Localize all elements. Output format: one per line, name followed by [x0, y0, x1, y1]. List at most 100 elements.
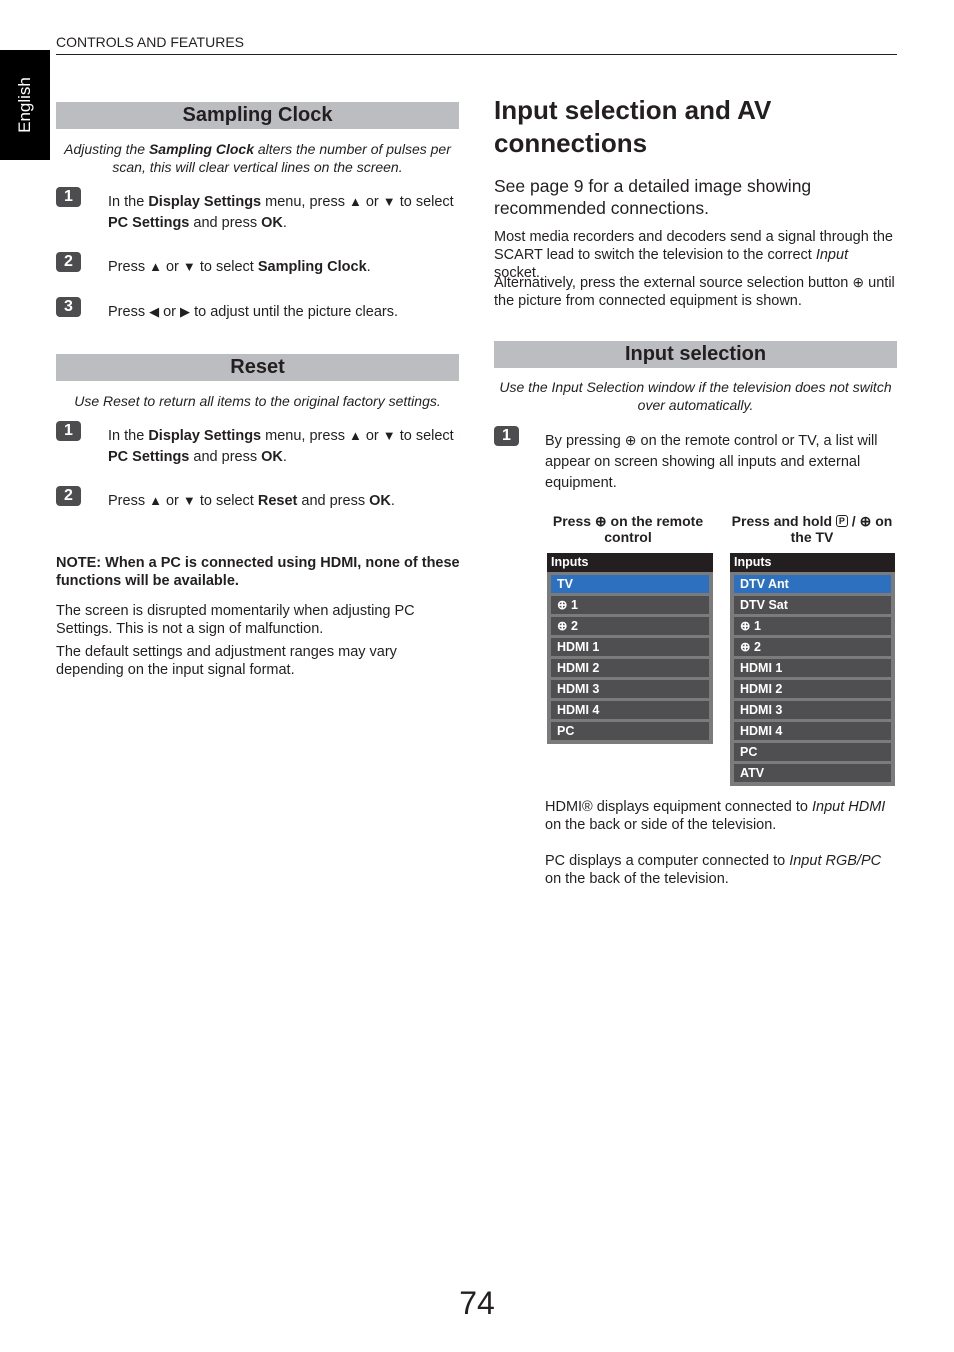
text-segment: OK	[369, 493, 391, 509]
text-segment: or	[361, 194, 383, 210]
text-segment: or	[361, 428, 383, 444]
menu-item[interactable]: DTV Sat	[734, 596, 891, 614]
down-arrow-icon: ▼	[182, 259, 196, 274]
down-arrow-icon: ▼	[382, 194, 396, 209]
caption-tv: Press and hold P / ⊕ on the TV	[722, 513, 902, 545]
text-segment: By pressing	[545, 433, 625, 449]
menu-item[interactable]: HDMI 2	[734, 680, 891, 698]
menu-item[interactable]: ⊕ 1	[734, 617, 891, 635]
inputs-menu-remote: Inputs TV ⊕ 1 ⊕ 2 HDMI 1 HDMI 2 HDMI 3 HDMI 4 PC	[547, 553, 713, 744]
step-badge: 2	[56, 252, 81, 272]
menu-item[interactable]: TV	[551, 575, 709, 593]
text-segment: and press	[189, 449, 262, 465]
text-segment: In the	[108, 194, 149, 210]
reset-intro: Use Reset to return all items to the ori…	[56, 392, 459, 410]
text-segment: or	[159, 304, 181, 320]
text-segment: OK	[261, 215, 283, 231]
text-segment: In the	[108, 428, 149, 444]
input-selection-title: Input selection	[494, 341, 897, 368]
menu-item[interactable]: PC	[551, 722, 709, 740]
text-segment: Display Settings	[148, 194, 262, 210]
text-segment: Reset	[257, 493, 298, 509]
menu-item[interactable]: HDMI 4	[734, 722, 891, 740]
language-tab: English	[0, 50, 50, 160]
text-segment: on the back of the television.	[545, 871, 729, 887]
text-segment: .	[282, 215, 287, 231]
input-source-icon: ⊕	[624, 432, 637, 448]
menu-item[interactable]: HDMI 1	[551, 638, 709, 656]
text-segment: Display Settings	[148, 428, 262, 444]
caption-remote: Press ⊕ on the remote control	[537, 513, 719, 545]
menu-item[interactable]: HDMI 1	[734, 659, 891, 677]
manual-page: CONTROLS AND FEATURES English Sampling C…	[0, 0, 954, 1352]
up-arrow-icon: ▲	[348, 428, 362, 443]
input-selection-intro: Use the Input Selection window if the te…	[494, 378, 897, 414]
text-segment: Use Reset to return all items to the ori…	[74, 393, 441, 409]
text-segment: Alternatively, press the external source…	[494, 275, 853, 291]
page-number: 74	[459, 1285, 495, 1321]
input-source-icon: ⊕	[594, 513, 607, 529]
text-segment: Press	[552, 513, 595, 529]
text-segment: to select	[195, 259, 258, 275]
step-text: In the Display Settings menu, press ▲ or…	[108, 191, 463, 234]
reset-title: Reset	[56, 354, 459, 381]
paragraph: The default settings and adjustment rang…	[56, 644, 397, 678]
left-arrow-icon: ◀	[149, 304, 160, 319]
menu-item[interactable]: PC	[734, 743, 891, 761]
menu-header: Inputs	[547, 553, 713, 572]
text-segment: and press	[297, 493, 370, 509]
up-arrow-icon: ▲	[149, 493, 162, 508]
paragraph: HDMI® displays equipment connected to In…	[545, 798, 897, 834]
text-segment: or	[161, 259, 183, 275]
up-arrow-icon: ▲	[348, 194, 362, 209]
down-arrow-icon: ▼	[182, 493, 196, 508]
menu-item[interactable]: HDMI 3	[551, 680, 709, 698]
step-badge: 3	[56, 297, 81, 317]
menu-item[interactable]: ⊕ 2	[734, 638, 891, 656]
section-header: CONTROLS AND FEATURES	[56, 34, 244, 50]
menu-item[interactable]: ⊕ 2	[551, 617, 709, 635]
step-text: In the Display Settings menu, press ▲ or…	[108, 425, 463, 468]
text-segment: .	[390, 493, 395, 509]
menu-item[interactable]: DTV Ant	[734, 575, 891, 593]
text-segment: Sampling Clock	[257, 259, 367, 275]
step-badge: 1	[56, 421, 81, 441]
text-segment: PC Settings	[108, 215, 190, 231]
step-badge: 2	[56, 486, 81, 506]
text-segment: Input HDMI	[811, 799, 886, 815]
up-arrow-icon: ▲	[149, 259, 162, 274]
text-segment: OK	[261, 449, 283, 465]
step-text: Press ◀ or ▶ to adjust until the picture…	[108, 301, 463, 323]
input-source-icon: ⊕	[859, 513, 872, 529]
step-badge: 1	[56, 187, 81, 207]
paragraph: Alternatively, press the external source…	[494, 273, 898, 310]
step-text: By pressing ⊕ on the remote control or T…	[545, 430, 897, 494]
input-source-icon: ⊕	[852, 274, 865, 290]
text-segment: to select	[395, 194, 454, 210]
text-segment: to adjust until the picture clears.	[190, 304, 398, 320]
right-arrow-icon: ▶	[180, 304, 191, 319]
menu-item[interactable]: HDMI 2	[551, 659, 709, 677]
header-divider	[56, 54, 897, 55]
text-segment: PC displays a computer connected to	[545, 853, 790, 869]
text-segment: Input RGB/PC	[789, 853, 882, 869]
text-segment: .	[282, 449, 287, 465]
text-segment: to select	[395, 428, 454, 444]
text-segment: Sampling Clock	[148, 141, 254, 157]
step-text: Press ▲ or ▼ to select Reset and press O…	[108, 490, 463, 512]
menu-item[interactable]: ATV	[734, 764, 891, 782]
step-text: Press ▲ or ▼ to select Sampling Clock.	[108, 256, 463, 278]
subtitle: See page 9 for a detailed image showing …	[494, 176, 812, 218]
menu-item[interactable]: HDMI 3	[734, 701, 891, 719]
text-segment: Adjusting the	[64, 141, 149, 157]
text-segment: to select	[195, 493, 258, 509]
page-title: Input selection and AV connections	[494, 95, 772, 158]
menu-item[interactable]: HDMI 4	[551, 701, 709, 719]
text-segment: /	[847, 513, 860, 529]
menu-item[interactable]: ⊕ 1	[551, 596, 709, 614]
note: NOTE: When a PC is connected using HDMI,…	[56, 555, 460, 589]
text-segment: on the remote control	[604, 513, 704, 545]
inputs-menu-tv: Inputs DTV Ant DTV Sat ⊕ 1 ⊕ 2 HDMI 1 HDMI 2 HD…	[730, 553, 895, 786]
paragraph: The screen is disrupted momentarily when…	[56, 603, 415, 637]
paragraph: PC displays a computer connected to Inpu…	[545, 852, 897, 888]
